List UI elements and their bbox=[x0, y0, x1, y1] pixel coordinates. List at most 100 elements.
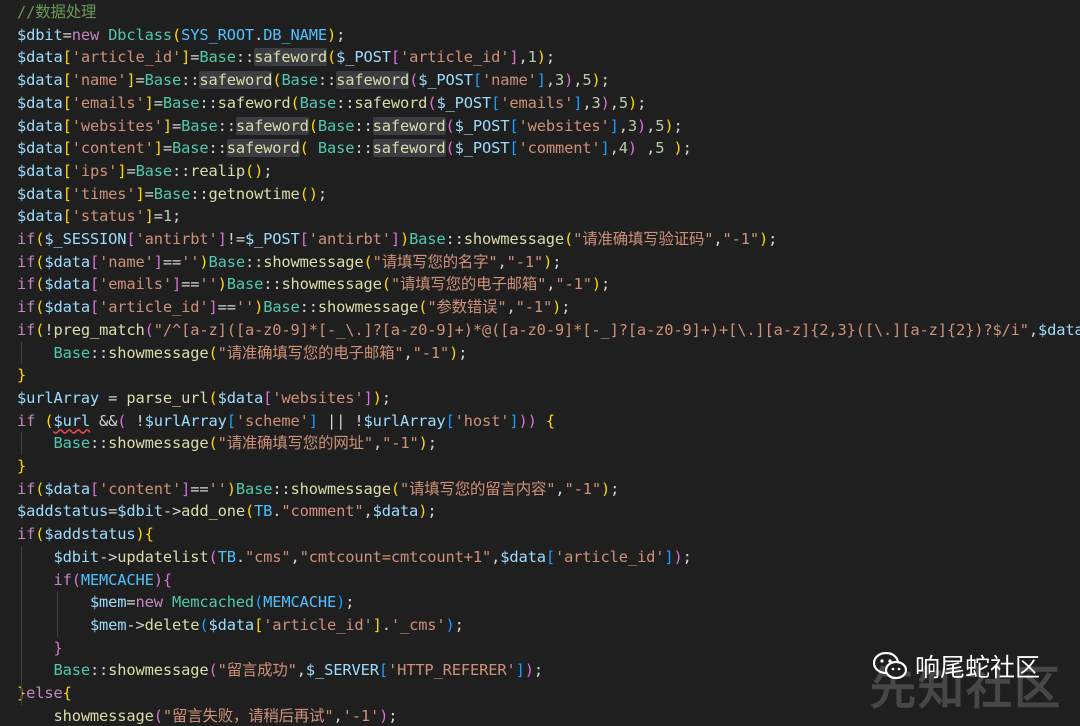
code-line[interactable]: $data['status']=1; bbox=[17, 205, 181, 228]
code-token: , bbox=[609, 139, 619, 158]
code-token: [ bbox=[390, 48, 400, 67]
code-token: ( bbox=[35, 252, 45, 271]
code-token: if bbox=[17, 479, 36, 498]
code-line[interactable]: } bbox=[17, 364, 26, 387]
code-token: 'article_id' bbox=[71, 48, 182, 67]
code-token: if bbox=[53, 570, 72, 589]
code-token: $addstatus bbox=[44, 525, 136, 544]
code-token: ) bbox=[418, 502, 428, 521]
code-line[interactable]: $dbit=new Dbclass(SYS_ROOT.DB_NAME); bbox=[17, 24, 345, 47]
code-token: Base bbox=[53, 434, 90, 453]
code-line[interactable]: $data['ips']=Base::realip(); bbox=[17, 160, 272, 183]
code-token: $_POST bbox=[454, 116, 510, 135]
code-token: [ bbox=[89, 252, 100, 271]
code-line[interactable]: Base::showmessage("请准确填写您的电子邮箱","-1"); bbox=[17, 342, 467, 365]
code-token: if bbox=[17, 298, 36, 317]
code-token: = bbox=[108, 502, 118, 521]
code-token: "cms" bbox=[244, 547, 291, 566]
code-token: ; bbox=[533, 661, 543, 680]
code-token: ) bbox=[552, 298, 562, 317]
code-token: ] bbox=[308, 411, 318, 430]
code-token: , bbox=[506, 298, 516, 317]
code-token: $data bbox=[44, 252, 90, 271]
code-token: { bbox=[162, 570, 173, 589]
code-token: ] bbox=[181, 48, 191, 67]
code-line[interactable]: if($data['article_id']=='')Base::showmes… bbox=[17, 296, 571, 319]
code-token: 'websites' bbox=[71, 116, 163, 135]
code-token: Base bbox=[199, 48, 236, 67]
code-token: "请准确填写您的网址" bbox=[217, 434, 374, 453]
code-line[interactable]: showmessage("留言失败，请稍后再试",'-1'); bbox=[17, 705, 397, 726]
code-token: ] bbox=[162, 116, 173, 135]
code-token: $data bbox=[17, 207, 63, 226]
code-token: ] bbox=[144, 207, 154, 226]
code-token: [ bbox=[62, 93, 72, 112]
code-line[interactable]: $data['emails']=Base::safeword(Base::saf… bbox=[17, 92, 646, 115]
code-line[interactable]: $data['times']=Base::getnowtime(); bbox=[17, 183, 327, 206]
code-line[interactable]: //数据处理 bbox=[17, 1, 96, 24]
code-line[interactable]: if ($url &&( !$urlArray['scheme'] || !$u… bbox=[17, 410, 555, 433]
code-token: showmessage bbox=[317, 298, 419, 317]
code-token: ] bbox=[600, 139, 610, 158]
code-token: ) bbox=[673, 139, 683, 158]
code-token: :: bbox=[89, 434, 109, 453]
code-token: 3 bbox=[591, 93, 601, 112]
code-line[interactable]: $dbit->updatelist(TB."cms","cmtcount=cmt… bbox=[17, 546, 691, 569]
code-token: , bbox=[403, 343, 413, 362]
code-token: [ bbox=[226, 411, 236, 430]
code-token: ( bbox=[299, 139, 309, 158]
code-line[interactable]: if($data['name']=='')Base::showmessage("… bbox=[17, 251, 562, 274]
code-token: ( bbox=[208, 547, 218, 566]
code-line[interactable]: } bbox=[17, 637, 62, 660]
code-token: ( bbox=[418, 298, 428, 317]
code-token: [ bbox=[126, 230, 136, 248]
code-line[interactable]: $data['name']=Base::safeword(Base::safew… bbox=[17, 69, 610, 92]
code-line[interactable]: if(MEMCACHE){ bbox=[17, 569, 172, 592]
code-line[interactable]: if($data['emails']=='')Base::showmessage… bbox=[17, 273, 610, 296]
code-line[interactable]: $data['content']=Base::safeword( Base::s… bbox=[17, 137, 692, 160]
code-token: = bbox=[144, 184, 154, 203]
code-token: , bbox=[363, 502, 373, 521]
code-token: :: bbox=[181, 71, 200, 90]
code-token: '-1' bbox=[342, 706, 380, 725]
code-editor[interactable]: //数据处理 $dbit=new Dbclass(SYS_ROOT.DB_NAME… bbox=[0, 0, 1080, 726]
code-line[interactable]: Base::showmessage("留言成功",$_SERVER['HTTP_… bbox=[17, 659, 543, 682]
code-token: getnowtime bbox=[208, 184, 300, 203]
code-line[interactable]: $urlArray = parse_url($data['websites'])… bbox=[17, 387, 391, 410]
indent-guide bbox=[21, 432, 22, 455]
code-token: , bbox=[618, 116, 628, 135]
code-line[interactable]: if($_SESSION['antirbt']!=$_POST['antirbt… bbox=[17, 228, 777, 251]
code-line[interactable]: $mem->delete($data['article_id'].'_cms')… bbox=[17, 614, 464, 637]
code-token: [ bbox=[445, 411, 455, 430]
code-line[interactable]: $mem=new Memcached(MEMCACHE); bbox=[17, 591, 355, 614]
code-token: $data bbox=[1038, 320, 1080, 339]
code-token: $dbit bbox=[17, 25, 63, 44]
code-line[interactable]: if($addstatus){ bbox=[17, 523, 154, 546]
code-line[interactable]: } bbox=[17, 455, 26, 478]
code-token: Base bbox=[172, 139, 209, 158]
code-line[interactable]: if($data['content']=='')Base::showmessag… bbox=[17, 478, 619, 501]
code-line[interactable]: Base::showmessage("请准确填写您的网址","-1"); bbox=[17, 432, 437, 455]
code-token: $_SESSION bbox=[44, 230, 127, 248]
code-token: { bbox=[62, 684, 72, 702]
code-token: $data bbox=[372, 502, 419, 521]
code-token: DB_NAME bbox=[263, 25, 327, 44]
code-line[interactable]: if(!preg_match("/^[a-z]([a-z0-9]*[-_\.]?… bbox=[17, 319, 1080, 342]
code-token: Base bbox=[181, 116, 218, 135]
code-token: = bbox=[126, 593, 136, 612]
code-line[interactable]: $data['article_id']=Base::safeword($_POS… bbox=[17, 46, 555, 69]
code-token: ( bbox=[290, 93, 300, 112]
code-line[interactable]: }else{ bbox=[17, 682, 72, 705]
code-token: ] bbox=[609, 116, 619, 135]
code-token: safeword bbox=[336, 71, 410, 90]
code-line[interactable]: $addstatus=$dbit->add_one(TB."comment",$… bbox=[17, 500, 437, 523]
code-token: "请填写您的留言内容" bbox=[399, 479, 556, 498]
code-token: 'times' bbox=[71, 184, 136, 203]
code-line[interactable]: $data['websites']=Base::safeword(Base::s… bbox=[17, 115, 683, 138]
code-token: safeword bbox=[217, 93, 291, 112]
code-token: [ bbox=[509, 139, 519, 158]
code-token: :: bbox=[354, 139, 373, 158]
code-token: ! bbox=[135, 411, 145, 430]
